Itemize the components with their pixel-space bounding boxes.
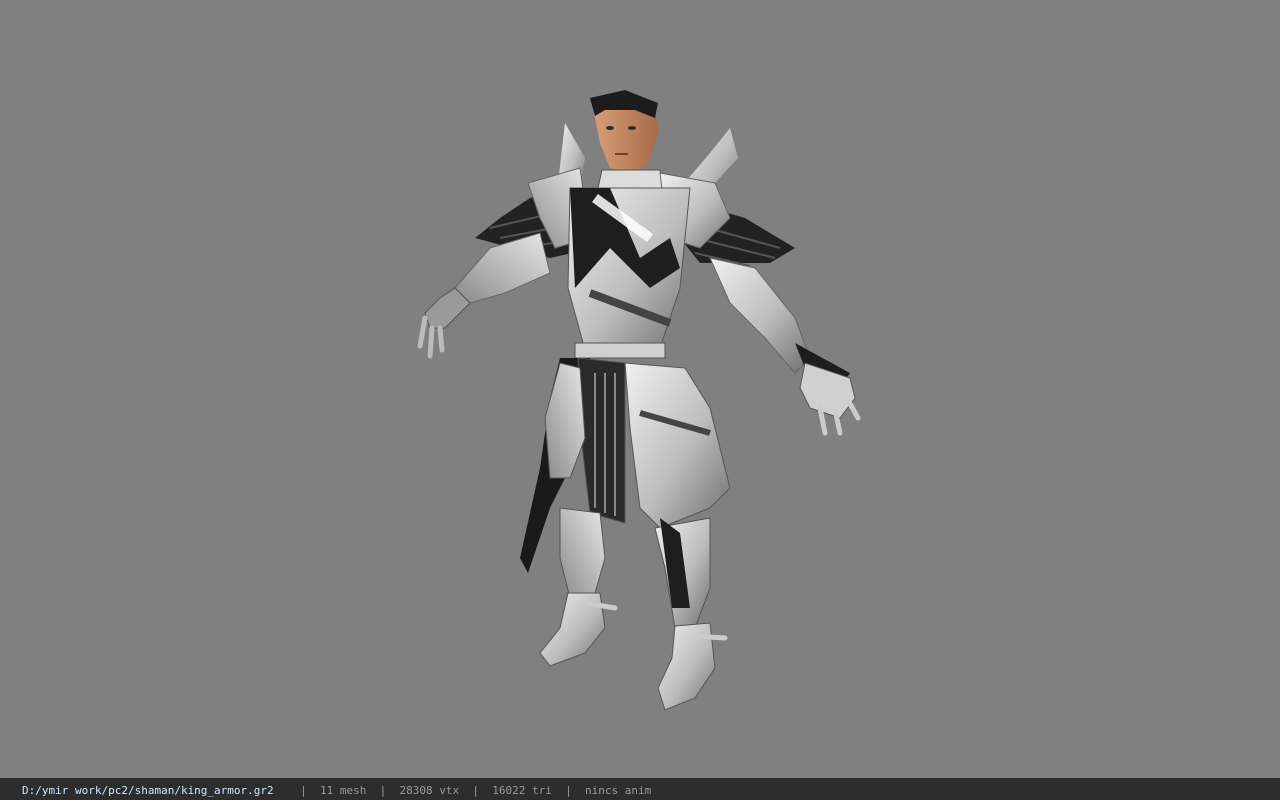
status-bar: D:/ymir work/pc2/shaman/king_armor.gr2 |…	[0, 778, 1280, 800]
mesh-count: 11 mesh	[320, 784, 367, 797]
status-separator: |	[300, 784, 307, 797]
vertex-count: 28308 vtx	[399, 784, 460, 797]
status-separator: |	[565, 784, 572, 797]
head	[590, 90, 658, 176]
status-separator: |	[379, 784, 387, 797]
3d-viewport[interactable]	[0, 0, 1280, 778]
status-separator: |	[472, 784, 480, 797]
animation-status: nincs anim	[585, 784, 652, 797]
model-file-path: D:/ymir work/pc2/shaman/king_armor.gr2	[22, 784, 274, 797]
triangle-count: 16022 tri	[492, 784, 552, 797]
armored-character-model	[417, 90, 861, 711]
